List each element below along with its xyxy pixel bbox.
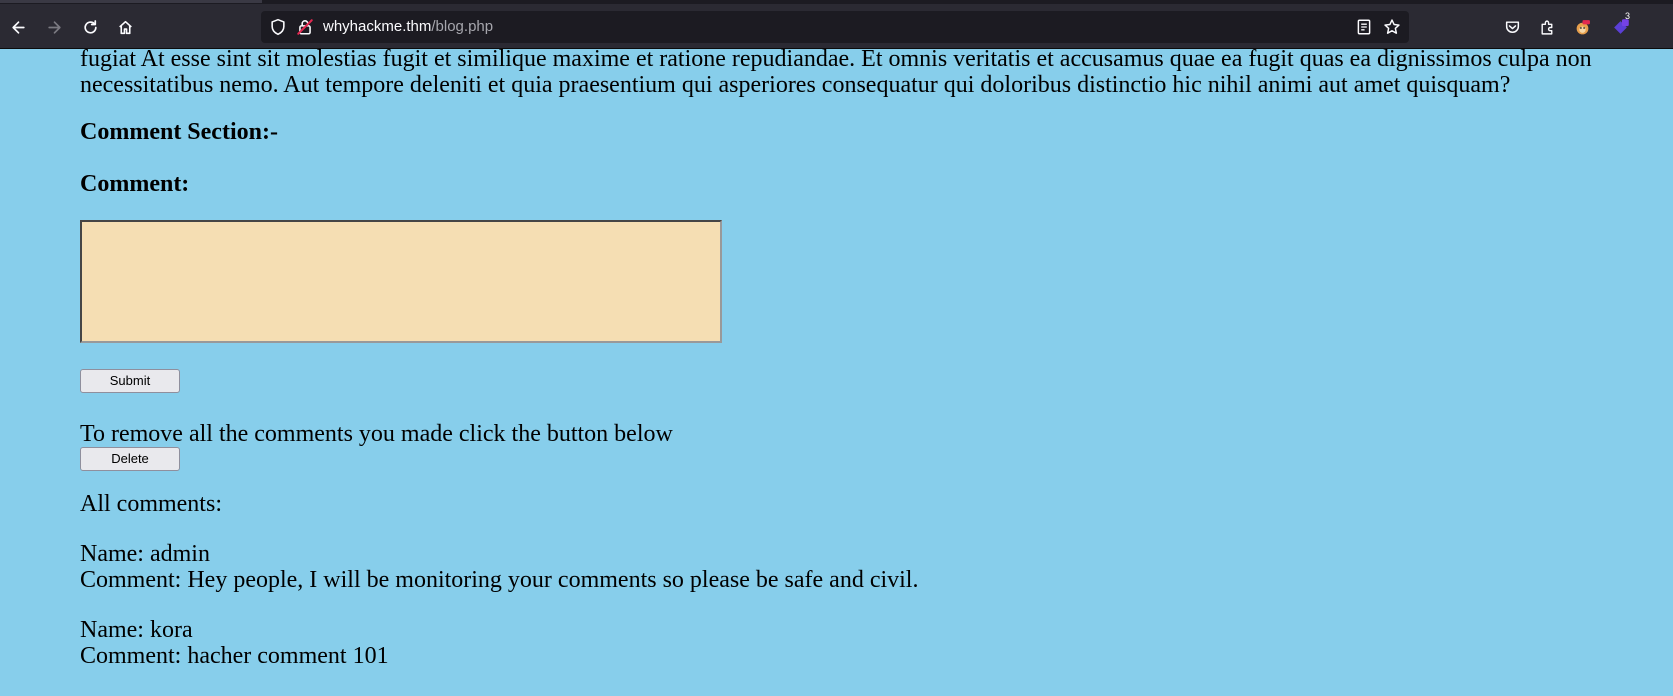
comment-text: Comment: hacher comment 101 <box>80 643 389 669</box>
comment-item: Name: kora Comment: hacher comment 101 <box>80 617 1600 669</box>
comment-textarea[interactable] <box>80 220 722 343</box>
reload-button[interactable] <box>76 13 104 41</box>
insecure-lock-icon[interactable] <box>296 18 314 36</box>
shield-icon[interactable] <box>269 18 287 36</box>
url-path: /blog.php <box>431 18 494 35</box>
submit-button[interactable]: Submit <box>80 369 180 393</box>
extensions-button[interactable] <box>1533 13 1561 41</box>
home-icon <box>118 20 132 34</box>
foxyproxy-extension-button[interactable] <box>1568 13 1596 41</box>
reload-icon <box>83 19 97 34</box>
all-comments-label: All comments: <box>80 491 222 517</box>
pocket-icon <box>1505 20 1519 33</box>
home-button[interactable] <box>111 13 139 41</box>
forward-arrow-icon <box>47 20 61 34</box>
comment-item: Name: admin Comment: Hey people, I will … <box>80 541 1600 593</box>
delete-button[interactable]: Delete <box>80 447 180 471</box>
browser-toolbar: whyhackme.thm/blog.php 3 <box>0 4 1673 49</box>
forward-button[interactable] <box>40 13 68 41</box>
address-bar[interactable]: whyhackme.thm/blog.php <box>261 11 1409 43</box>
comment-label: Comment: <box>80 171 190 197</box>
puzzle-icon <box>1540 20 1552 35</box>
active-tab-edge[interactable] <box>0 0 262 3</box>
remove-comments-text: To remove all the comments you made clic… <box>80 421 673 447</box>
back-arrow-icon <box>11 20 25 34</box>
back-button[interactable] <box>4 13 32 41</box>
reader-view-icon[interactable] <box>1355 18 1373 36</box>
bookmark-star-icon[interactable] <box>1383 18 1401 36</box>
blog-paragraph: fugiat At esse sint sit molestias fugit … <box>80 46 1592 98</box>
comment-author: Name: kora <box>80 617 193 643</box>
pocket-button[interactable] <box>1498 13 1526 41</box>
fox-icon <box>1576 19 1590 34</box>
extension-badge-button[interactable]: 3 <box>1606 11 1634 41</box>
comment-section-heading: Comment Section:- <box>80 119 278 145</box>
extension-diamond-icon <box>1613 18 1629 34</box>
comment-text: Comment: Hey people, I will be monitorin… <box>80 567 919 593</box>
url-host: whyhackme.thm <box>323 18 432 35</box>
comment-author: Name: admin <box>80 541 210 567</box>
blog-content: fugiat At esse sint sit molestias fugit … <box>80 46 1600 669</box>
url-text[interactable]: whyhackme.thm/blog.php <box>323 18 493 36</box>
extension-badge-count: 3 <box>1625 11 1631 21</box>
